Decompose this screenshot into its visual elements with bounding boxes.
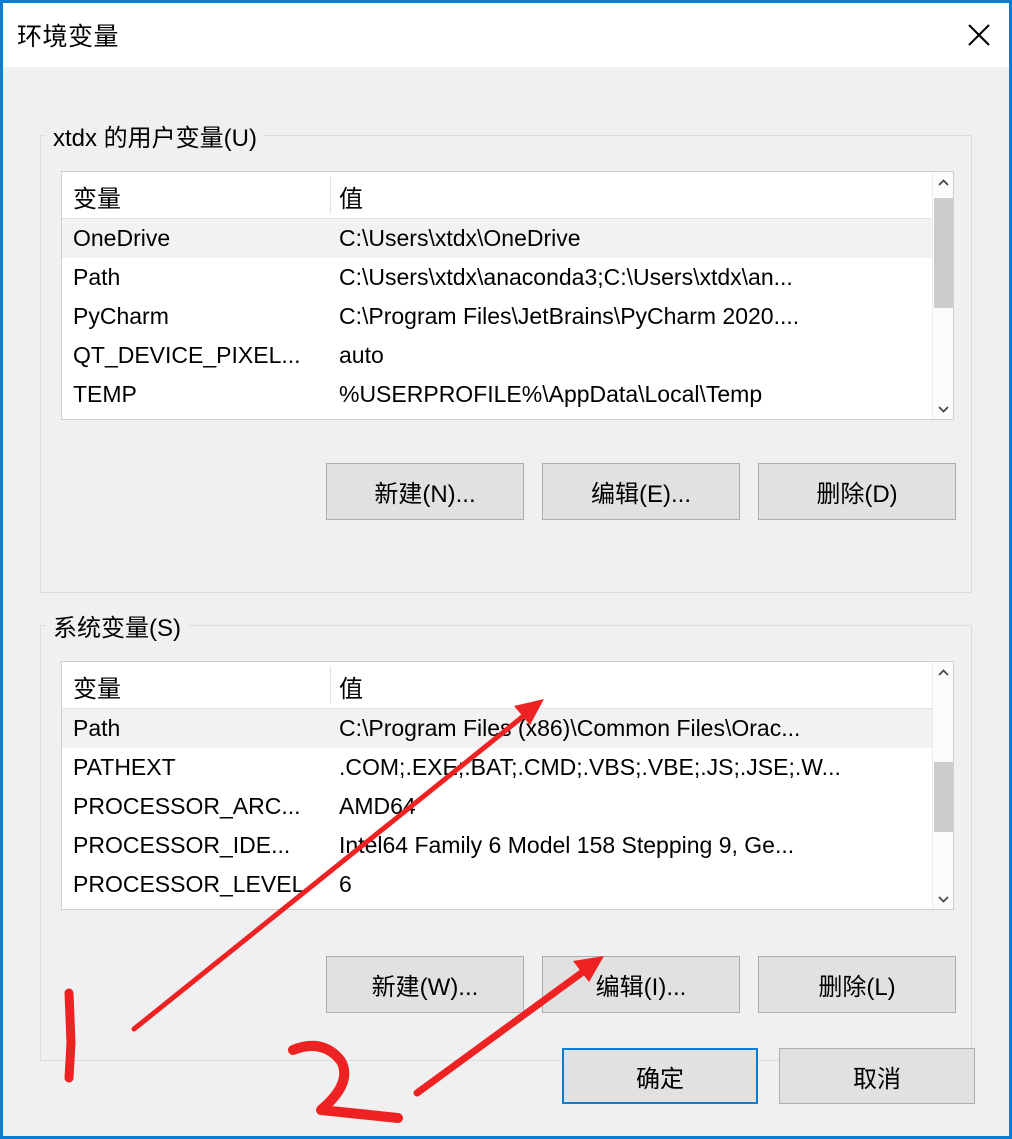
variable-value: AMD64 [339,793,416,819]
table-row[interactable]: PyCharm C:\Program Files\JetBrains\PyCha… [62,297,934,336]
column-divider [330,666,331,704]
chevron-down-icon[interactable] [933,398,953,419]
variable-value: %USERPROFILE%\AppData\Local\Temp [339,381,763,407]
variable-value: 6 [339,871,352,897]
user-column-header-variable[interactable]: 变量 [73,179,121,214]
variable-name: Path [73,715,121,741]
variable-value: C:\Program Files (x86)\Common Files\Orac… [339,715,801,741]
dialog-body: xtdx 的用户变量(U) 变量 值 OneDrive C:\Users\xtd… [3,67,1009,1136]
user-table-scrollbar[interactable] [932,172,953,419]
column-divider [330,176,331,214]
system-variables-group: 系统变量(S) 变量 值 Path C:\Program Files (x86)… [40,608,972,1061]
variable-name: Path [73,264,121,290]
user-table-header: 变量 值 [62,172,934,219]
table-row[interactable]: Path C:\Program Files (x86)\Common Files… [62,709,934,748]
page-title: 环境变量 [17,23,120,51]
system-column-header-value[interactable]: 值 [339,669,363,704]
chevron-up-icon[interactable] [933,172,953,193]
system-variables-label: 系统变量(S) [46,608,188,643]
user-variables-table[interactable]: 变量 值 OneDrive C:\Users\xtdx\OneDrive Pat… [61,171,954,420]
user-new-button[interactable]: 新建(N)... [326,463,524,520]
table-row[interactable]: PROCESSOR_IDE... Intel64 Family 6 Model … [62,826,934,865]
system-new-button[interactable]: 新建(W)... [326,956,524,1013]
system-edit-button[interactable]: 编辑(I)... [542,956,740,1013]
system-column-header-variable[interactable]: 变量 [73,669,121,704]
environment-variables-dialog: 环境变量 xtdx 的用户变量(U) 变量 值 OneDrive C:\User… [0,0,1012,1139]
variable-name: PROCESSOR_LEVEL [73,871,305,897]
cancel-button[interactable]: 取消 [779,1048,975,1104]
table-row[interactable]: TEMP %USERPROFILE%\AppData\Local\Temp [62,375,934,414]
scrollbar-thumb[interactable] [934,762,953,832]
chevron-up-icon[interactable] [933,662,953,683]
variable-value: Intel64 Family 6 Model 158 Stepping 9, G… [339,832,795,858]
variable-name: TEMP [73,381,137,407]
system-table-scrollbar[interactable] [932,662,953,909]
ok-button[interactable]: 确定 [561,1047,759,1105]
user-delete-button[interactable]: 删除(D) [758,463,956,520]
system-delete-button[interactable]: 删除(L) [758,956,956,1013]
table-row[interactable]: PROCESSOR_ARC... AMD64 [62,787,934,826]
table-row[interactable]: QT_DEVICE_PIXEL... auto [62,336,934,375]
table-row[interactable]: Path C:\Users\xtdx\anaconda3;C:\Users\xt… [62,258,934,297]
scrollbar-thumb[interactable] [934,198,953,308]
user-variables-label: xtdx 的用户变量(U) [46,118,264,153]
variable-value: C:\Users\xtdx\anaconda3;C:\Users\xtdx\an… [339,264,793,290]
system-table-header: 变量 值 [62,662,934,709]
table-row[interactable]: OneDrive C:\Users\xtdx\OneDrive [62,219,934,258]
variable-value: C:\Users\xtdx\OneDrive [339,225,581,251]
user-column-header-value[interactable]: 值 [339,179,363,214]
user-edit-button[interactable]: 编辑(E)... [542,463,740,520]
table-row[interactable]: PROCESSOR_LEVEL 6 [62,865,934,904]
system-variables-table[interactable]: 变量 值 Path C:\Program Files (x86)\Common … [61,661,954,910]
chevron-down-icon[interactable] [933,888,953,909]
table-row[interactable]: PATHEXT .COM;.EXE;.BAT;.CMD;.VBS;.VBE;.J… [62,748,934,787]
user-variables-group: xtdx 的用户变量(U) 变量 值 OneDrive C:\Users\xtd… [40,118,972,593]
variable-value: .COM;.EXE;.BAT;.CMD;.VBS;.VBE;.JS;.JSE;.… [339,754,841,780]
variable-name: PROCESSOR_IDE... [73,832,291,858]
variable-name: PATHEXT [73,754,176,780]
title-bar: 环境变量 [3,3,1009,67]
variable-value: C:\Program Files\JetBrains\PyCharm 2020.… [339,303,800,329]
variable-name: PROCESSOR_ARC... [73,793,301,819]
variable-name: OneDrive [73,225,171,251]
variable-name: QT_DEVICE_PIXEL... [73,342,301,368]
variable-name: PyCharm [73,303,169,329]
variable-value: auto [339,342,384,368]
close-icon[interactable] [949,3,1009,67]
